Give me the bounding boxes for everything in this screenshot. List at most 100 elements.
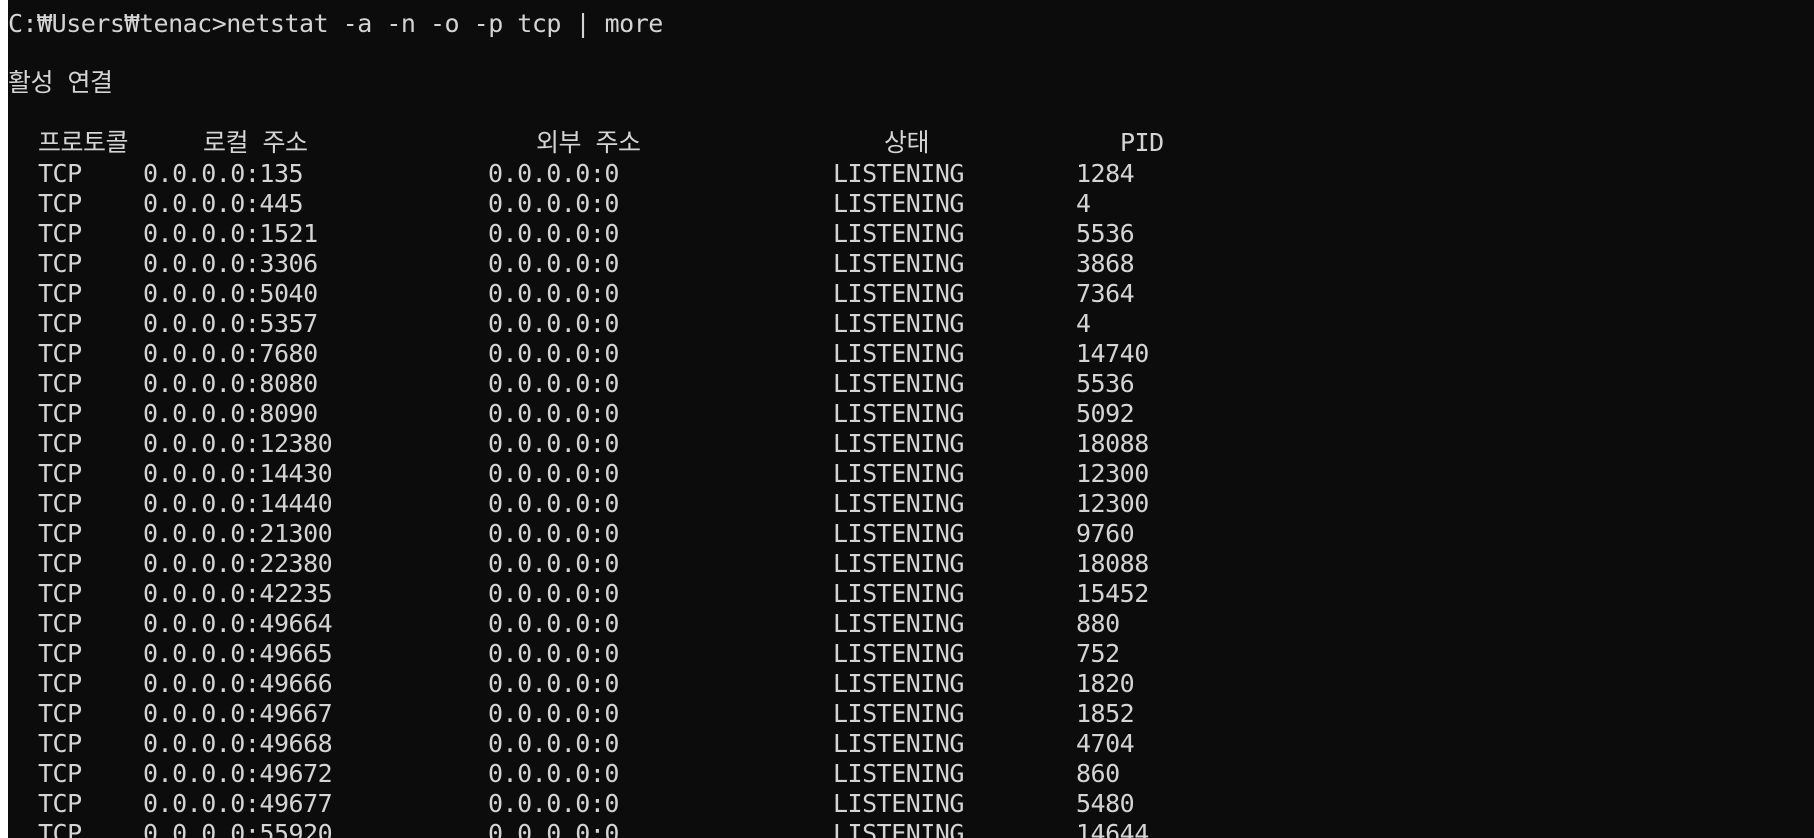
cell-foreign-address: 0.0.0.0:0: [488, 459, 619, 488]
cell-state: LISTENING: [833, 819, 964, 838]
cell-local-address: 0.0.0.0:8090: [143, 399, 318, 428]
cell-local-address: 0.0.0.0:7680: [143, 339, 318, 368]
cell-foreign-address: 0.0.0.0:0: [488, 789, 619, 818]
cell-foreign-address: 0.0.0.0:0: [488, 339, 619, 368]
cell-protocol: TCP: [38, 579, 82, 608]
cell-local-address: 0.0.0.0:5357: [143, 309, 318, 338]
cell-state: LISTENING: [833, 789, 964, 818]
cell-state: LISTENING: [833, 549, 964, 578]
cell-state: LISTENING: [833, 429, 964, 458]
cell-pid: 1820: [1076, 669, 1135, 698]
terminal-window[interactable]: C:₩Users₩tenac>netstat -a -n -o -p tcp |…: [8, 0, 1814, 838]
cell-foreign-address: 0.0.0.0:0: [488, 429, 619, 458]
header-proto: 프로토콜: [38, 128, 129, 157]
cell-state: LISTENING: [833, 519, 964, 548]
cell-pid: 860: [1076, 759, 1120, 788]
cell-local-address: 0.0.0.0:21300: [143, 519, 333, 548]
cell-state: LISTENING: [833, 309, 964, 338]
cell-foreign-address: 0.0.0.0:0: [488, 669, 619, 698]
cell-state: LISTENING: [833, 249, 964, 278]
cell-foreign-address: 0.0.0.0:0: [488, 639, 619, 668]
header-state: 상태: [884, 128, 930, 157]
cell-protocol: TCP: [38, 459, 82, 488]
cell-local-address: 0.0.0.0:22380: [143, 549, 333, 578]
cell-pid: 1284: [1076, 159, 1135, 188]
header-foreign-address: 외부 주소: [536, 128, 641, 157]
cell-pid: 7364: [1076, 279, 1135, 308]
cell-state: LISTENING: [833, 189, 964, 218]
cell-protocol: TCP: [38, 309, 82, 338]
cell-protocol: TCP: [38, 189, 82, 218]
cell-local-address: 0.0.0.0:49664: [143, 609, 333, 638]
cell-state: LISTENING: [833, 699, 964, 728]
cell-pid: 1852: [1076, 699, 1135, 728]
cell-foreign-address: 0.0.0.0:0: [488, 759, 619, 788]
cell-state: LISTENING: [833, 759, 964, 788]
cell-local-address: 0.0.0.0:8080: [143, 369, 318, 398]
cell-pid: 12300: [1076, 489, 1149, 518]
cell-foreign-address: 0.0.0.0:0: [488, 279, 619, 308]
cell-protocol: TCP: [38, 819, 82, 838]
cell-foreign-address: 0.0.0.0:0: [488, 819, 619, 838]
cell-pid: 3868: [1076, 249, 1135, 278]
cell-pid: 12300: [1076, 459, 1149, 488]
cell-protocol: TCP: [38, 399, 82, 428]
cell-protocol: TCP: [38, 249, 82, 278]
cell-foreign-address: 0.0.0.0:0: [488, 189, 619, 218]
cell-foreign-address: 0.0.0.0:0: [488, 519, 619, 548]
cell-local-address: 0.0.0.0:49668: [143, 729, 333, 758]
cell-local-address: 0.0.0.0:14430: [143, 459, 333, 488]
header-pid: PID: [1120, 128, 1164, 157]
cell-protocol: TCP: [38, 639, 82, 668]
cell-state: LISTENING: [833, 369, 964, 398]
command-line: C:₩Users₩tenac>netstat -a -n -o -p tcp |…: [8, 9, 663, 39]
cell-local-address: 0.0.0.0:55920: [143, 819, 333, 838]
cell-protocol: TCP: [38, 609, 82, 638]
cell-pid: 18088: [1076, 549, 1149, 578]
cell-state: LISTENING: [833, 219, 964, 248]
cell-foreign-address: 0.0.0.0:0: [488, 399, 619, 428]
cell-state: LISTENING: [833, 399, 964, 428]
cell-state: LISTENING: [833, 579, 964, 608]
section-title: 활성 연결: [8, 68, 113, 97]
cell-pid: 5536: [1076, 369, 1135, 398]
cell-protocol: TCP: [38, 339, 82, 368]
cell-state: LISTENING: [833, 609, 964, 638]
cell-state: LISTENING: [833, 729, 964, 758]
cell-local-address: 0.0.0.0:49677: [143, 789, 333, 818]
cell-protocol: TCP: [38, 429, 82, 458]
table-header: 프로토콜 로컬 주소 외부 주소 상태 PID: [8, 128, 1164, 158]
cell-foreign-address: 0.0.0.0:0: [488, 489, 619, 518]
cell-state: LISTENING: [833, 669, 964, 698]
cell-state: LISTENING: [833, 489, 964, 518]
section-title-line: 활성 연결: [8, 68, 113, 98]
cell-pid: 4704: [1076, 729, 1135, 758]
cell-pid: 14644: [1076, 819, 1149, 838]
cell-foreign-address: 0.0.0.0:0: [488, 609, 619, 638]
cell-protocol: TCP: [38, 519, 82, 548]
cell-pid: 5536: [1076, 219, 1135, 248]
cell-foreign-address: 0.0.0.0:0: [488, 159, 619, 188]
cell-local-address: 0.0.0.0:42235: [143, 579, 333, 608]
cell-pid: 5480: [1076, 789, 1135, 818]
cell-state: LISTENING: [833, 279, 964, 308]
cell-pid: 9760: [1076, 519, 1135, 548]
cell-local-address: 0.0.0.0:445: [143, 189, 304, 218]
cell-protocol: TCP: [38, 219, 82, 248]
cell-foreign-address: 0.0.0.0:0: [488, 369, 619, 398]
cell-foreign-address: 0.0.0.0:0: [488, 249, 619, 278]
cell-pid: 15452: [1076, 579, 1149, 608]
cell-state: LISTENING: [833, 159, 964, 188]
cell-pid: 18088: [1076, 429, 1149, 458]
cell-protocol: TCP: [38, 549, 82, 578]
cell-protocol: TCP: [38, 279, 82, 308]
cell-local-address: 0.0.0.0:14440: [143, 489, 333, 518]
command-text: C:₩Users₩tenac>netstat -a -n -o -p tcp |…: [8, 9, 663, 38]
header-local-address: 로컬 주소: [203, 128, 308, 157]
cell-local-address: 0.0.0.0:49667: [143, 699, 333, 728]
cell-protocol: TCP: [38, 759, 82, 788]
cell-protocol: TCP: [38, 669, 82, 698]
cell-protocol: TCP: [38, 489, 82, 518]
cell-protocol: TCP: [38, 789, 82, 818]
cell-local-address: 0.0.0.0:3306: [143, 249, 318, 278]
